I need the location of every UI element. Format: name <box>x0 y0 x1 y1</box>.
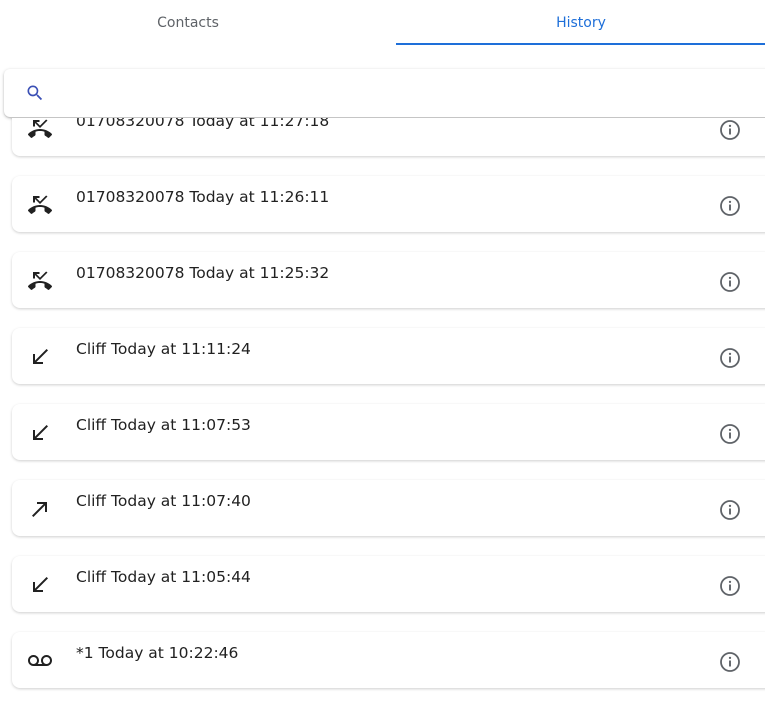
history-entry[interactable]: 01708320078 Today at 11:26:11 <box>12 176 765 232</box>
tab-history[interactable]: History <box>397 0 765 45</box>
info-icon[interactable] <box>718 498 742 522</box>
outgoing-call-icon <box>32 502 47 517</box>
info-icon[interactable] <box>718 346 742 370</box>
history-entry[interactable]: 01708320078 Today at 11:27:18 <box>12 118 765 156</box>
search-input[interactable] <box>56 79 750 109</box>
history-entry-label: Cliff Today at 11:07:53 <box>76 416 251 434</box>
history-entry-label: 01708320078 Today at 11:26:11 <box>76 188 330 206</box>
history-entry[interactable]: Cliff Today at 11:07:40 <box>12 480 765 536</box>
tab-bar: Contacts History <box>0 0 765 45</box>
history-entry-label: *1 Today at 10:22:46 <box>76 644 239 662</box>
missed-call-icon <box>28 119 52 138</box>
history-entry-label: Cliff Today at 11:11:24 <box>76 340 251 358</box>
info-icon[interactable] <box>718 194 742 218</box>
info-icon[interactable] <box>718 422 742 446</box>
history-entry[interactable]: 01708320078 Today at 11:25:32 <box>12 252 765 308</box>
incoming-call-icon <box>33 577 48 592</box>
info-icon[interactable] <box>718 270 742 294</box>
search-icon[interactable] <box>25 83 45 103</box>
history-entry-label: 01708320078 Today at 11:27:18 <box>76 118 330 130</box>
info-icon[interactable] <box>718 118 742 142</box>
history-entry-label: Cliff Today at 11:07:40 <box>76 492 251 510</box>
incoming-call-icon <box>33 349 48 364</box>
missed-call-icon <box>28 271 52 290</box>
missed-call-icon <box>28 195 52 214</box>
info-icon[interactable] <box>718 574 742 598</box>
history-entry-label: 01708320078 Today at 11:25:32 <box>76 264 330 282</box>
call-history-list: 01708320078 Today at 11:27:18 01708320078… <box>0 118 765 703</box>
history-entry[interactable]: *1 Today at 10:22:46 <box>12 632 765 688</box>
active-tab-indicator <box>396 43 765 45</box>
history-entry[interactable]: Cliff Today at 11:07:53 <box>12 404 765 460</box>
voicemail-icon <box>28 655 52 666</box>
history-entry[interactable]: Cliff Today at 11:11:24 <box>12 328 765 384</box>
history-entry-label: Cliff Today at 11:05:44 <box>76 568 251 586</box>
info-icon[interactable] <box>718 650 742 674</box>
incoming-call-icon <box>33 425 48 440</box>
history-entry[interactable]: Cliff Today at 11:05:44 <box>12 556 765 612</box>
tab-contacts[interactable]: Contacts <box>4 0 372 45</box>
search-bar[interactable] <box>4 69 765 117</box>
